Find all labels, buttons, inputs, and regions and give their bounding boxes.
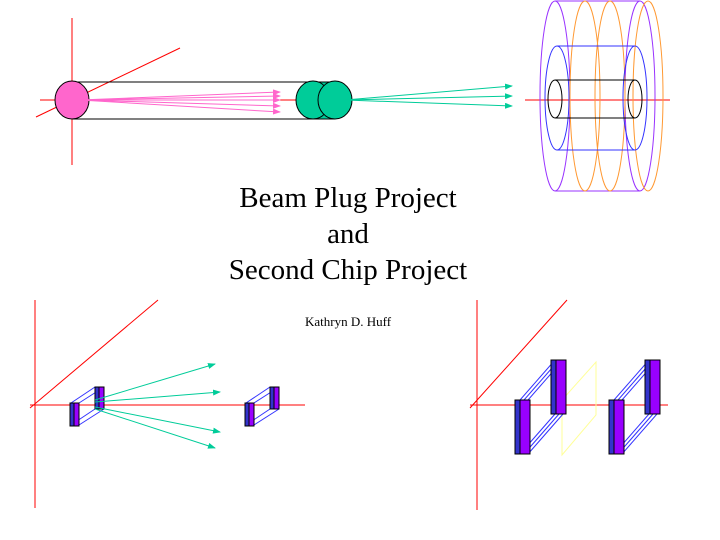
title-line-2: and [327, 218, 369, 250]
title-line-3: Second Chip Project [228, 254, 468, 286]
scatter-arrows [94, 363, 221, 449]
yellow-plane [561, 360, 597, 457]
detector-rings-diagram [525, 0, 670, 192]
chip-scatter-diagram [29, 299, 305, 508]
title-line-1: Beam Plug Project [239, 182, 457, 214]
chip-frame-4 [608, 359, 661, 455]
beam-pipe-diagram [35, 18, 513, 165]
slide: Beam Plug Project and Second Chip Projec… [0, 0, 720, 540]
chip-planes-diagram [469, 299, 668, 510]
coordinate-axes [469, 299, 668, 510]
chip-frame-2 [244, 386, 280, 427]
pink-arrows [79, 89, 281, 115]
author-name: Kathryn D. Huff [304, 314, 392, 329]
chip-frame-3 [514, 359, 567, 455]
slide-title: Beam Plug Project and Second Chip Projec… [160, 180, 536, 288]
chip-frame-1 [69, 386, 105, 427]
beam-plug [295, 80, 353, 120]
teal-arrows [344, 83, 513, 109]
